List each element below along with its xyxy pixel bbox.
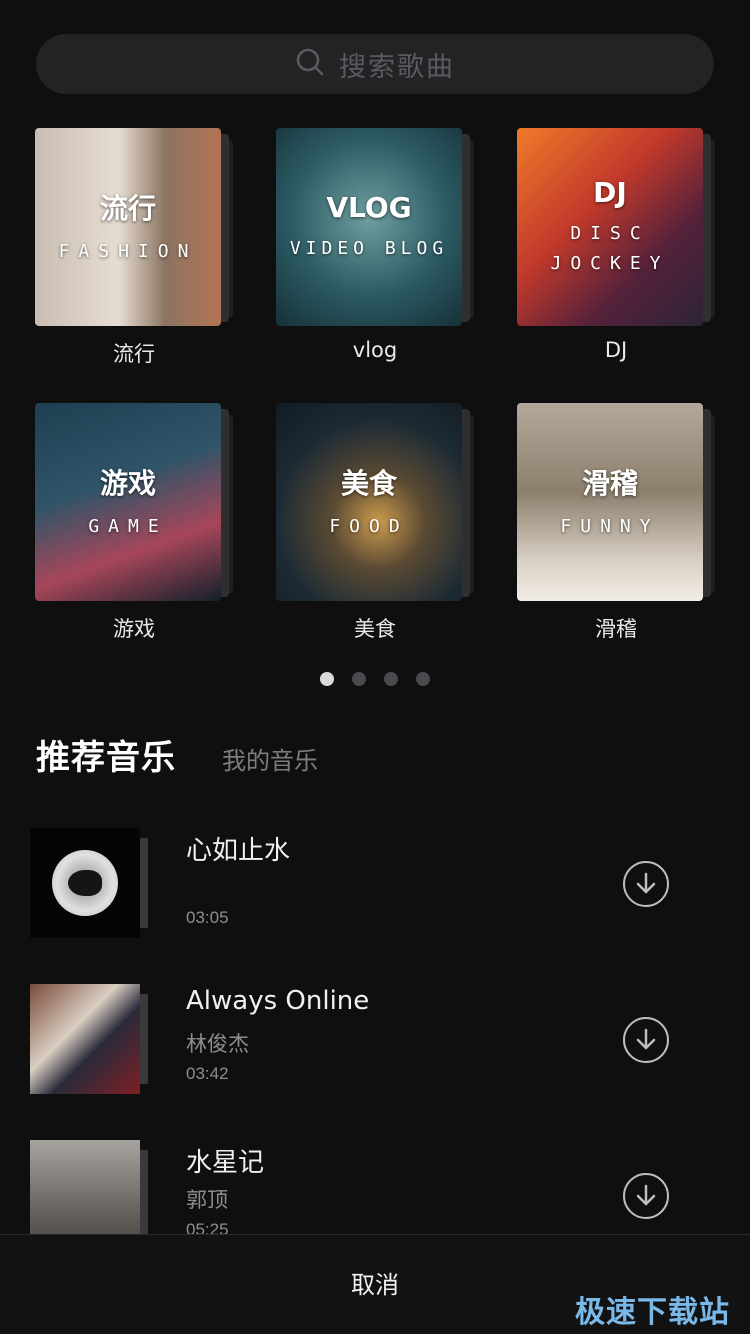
page-dot-2[interactable] [352, 672, 366, 686]
watermark: 极速下载站 [575, 1295, 730, 1330]
category-vlog[interactable]: VLOG VIDEO BLOG vlog [276, 128, 474, 362]
cover-title: 流行 [99, 192, 156, 225]
category-label: DJ [604, 338, 628, 362]
song-title: Always Online [186, 986, 370, 1016]
category-game[interactable]: 游戏 GAME 游戏 [35, 403, 233, 643]
song-duration: 03:42 [186, 1064, 229, 1083]
tab-my-music[interactable]: 我的音乐 [222, 741, 318, 776]
album-art [30, 984, 150, 1094]
download-icon[interactable] [623, 861, 669, 907]
cover-title: VLOG [326, 190, 412, 224]
category-cover: VLOG VIDEO BLOG [276, 128, 462, 326]
cover-subtitle: GAME [88, 516, 168, 537]
category-fashion[interactable]: 流行 FASHION 流行 [35, 128, 233, 368]
cover-subtitle: VIDEO BLOG [289, 237, 449, 259]
search-input[interactable]: 搜索歌曲 [36, 34, 714, 94]
cover-title: 滑稽 [581, 467, 638, 500]
category-cover: 游戏 GAME [35, 403, 221, 601]
music-tabs: 推荐音乐 我的音乐 [36, 730, 318, 779]
category-label: 流行 [113, 342, 155, 366]
category-cover: 美食 FOOD [276, 403, 462, 601]
cover-subtitle: FUNNY [560, 516, 660, 537]
category-cover: 流行 FASHION [35, 128, 221, 326]
download-icon[interactable] [623, 1173, 669, 1219]
category-label: vlog [352, 338, 398, 362]
cover-title: 美食 [340, 467, 397, 500]
song-duration: 03:05 [186, 908, 229, 927]
album-art [30, 828, 150, 938]
category-label: 游戏 [113, 617, 155, 641]
cover-subtitle: FOOD [329, 516, 409, 537]
song-title: 水星记 [186, 1148, 265, 1178]
page-indicator [0, 672, 750, 686]
cover-subtitle: FASHION [58, 241, 198, 262]
download-icon[interactable] [623, 1017, 669, 1063]
search-icon [295, 47, 325, 81]
category-dj[interactable]: DJ DISC JOCKEY DJ [517, 128, 715, 362]
category-funny[interactable]: 滑稽 FUNNY 滑稽 [517, 403, 715, 643]
category-label: 滑稽 [595, 617, 637, 641]
cover-title: DJ [593, 175, 627, 209]
bottom-bar: 取消 极速下载站 [0, 1234, 750, 1334]
category-cover: 滑稽 FUNNY [517, 403, 703, 601]
page-dot-1[interactable] [320, 672, 334, 686]
tab-recommended[interactable]: 推荐音乐 [36, 730, 176, 779]
cover-subtitle: DISC JOCKEY [550, 222, 670, 274]
page-dot-3[interactable] [384, 672, 398, 686]
category-food[interactable]: 美食 FOOD 美食 [276, 403, 474, 643]
page-dot-4[interactable] [416, 672, 430, 686]
song-artist: 林俊杰 [186, 1032, 249, 1056]
song-item[interactable]: Always Online 林俊杰 03:42 [30, 984, 720, 1096]
search-placeholder: 搜索歌曲 [339, 51, 455, 83]
category-cover: DJ DISC JOCKEY [517, 128, 703, 326]
song-item[interactable]: 心如止水 03:05 [30, 828, 720, 940]
cover-title: 游戏 [99, 467, 156, 500]
category-label: 美食 [354, 617, 396, 641]
song-title: 心如止水 [186, 836, 291, 866]
song-artist: 郭顶 [186, 1188, 228, 1212]
